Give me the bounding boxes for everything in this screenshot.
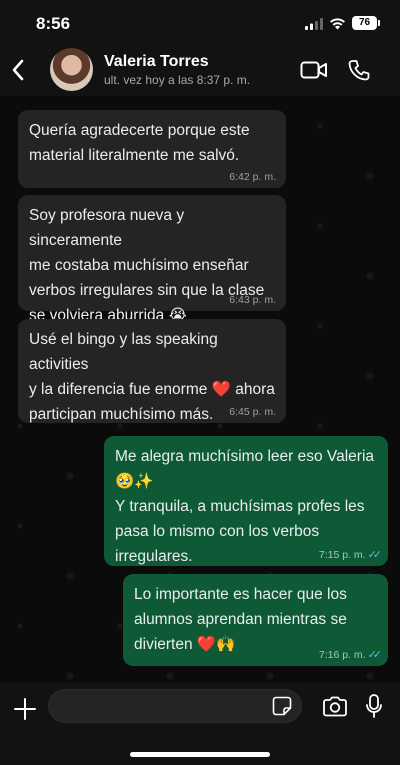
message-time: 6:42 p. m.	[229, 171, 276, 183]
sticker-icon[interactable]	[272, 696, 292, 716]
status-time: 8:56	[36, 14, 71, 33]
message-text: Quería agradecerte porque este material …	[29, 122, 250, 164]
message-time: 6:43 p. m.	[229, 294, 276, 306]
battery-tip	[378, 20, 380, 26]
status-bar: 8:56 76	[0, 0, 400, 46]
message-text: Lo importante es hacer que los alumnos a…	[134, 586, 347, 653]
read-receipt-icon: ✓✓	[367, 549, 383, 561]
message-time: 7:16 p. m. ✓✓	[318, 649, 383, 661]
message-time: 7:15 p. m. ✓✓	[318, 549, 383, 561]
last-seen-status: ult. vez hoy a las 8:37 p. m.	[104, 73, 251, 87]
read-receipt-icon: ✓✓	[367, 649, 383, 661]
microphone-icon[interactable]	[366, 694, 382, 719]
message-bubble[interactable]: Soy profesora nueva y sinceramente me co…	[18, 195, 286, 324]
chat-header: Valeria Torres ult. vez hoy a las 8:37 p…	[0, 46, 400, 96]
video-call-icon[interactable]	[300, 60, 328, 80]
plus-icon[interactable]	[14, 698, 36, 720]
message-text: Soy profesora nueva y sinceramente me co…	[29, 207, 265, 324]
message-bubble[interactable]: Usé el bingo y las speaking activities y…	[18, 319, 286, 423]
avatar[interactable]	[50, 48, 93, 91]
message-bubble[interactable]: Me alegra muchísimo leer eso Valeria 🥹✨ …	[104, 436, 388, 566]
message-bubble[interactable]: Lo importante es hacer que los alumnos a…	[123, 574, 388, 666]
message-bubble[interactable]: Quería agradecerte porque este material …	[18, 110, 286, 188]
battery-icon: 76	[352, 16, 377, 30]
message-input[interactable]	[48, 689, 302, 723]
signal-icon	[305, 18, 323, 30]
message-input-bar	[0, 683, 400, 765]
message-time: 6:45 p. m.	[229, 406, 276, 418]
phone-icon[interactable]	[348, 59, 370, 81]
back-icon[interactable]	[10, 58, 26, 82]
home-indicator	[130, 752, 270, 757]
contact-name[interactable]: Valeria Torres	[104, 53, 209, 71]
camera-icon[interactable]	[322, 696, 348, 717]
chat-area[interactable]: Quería agradecerte porque este material …	[0, 96, 400, 683]
wifi-icon	[330, 18, 345, 30]
